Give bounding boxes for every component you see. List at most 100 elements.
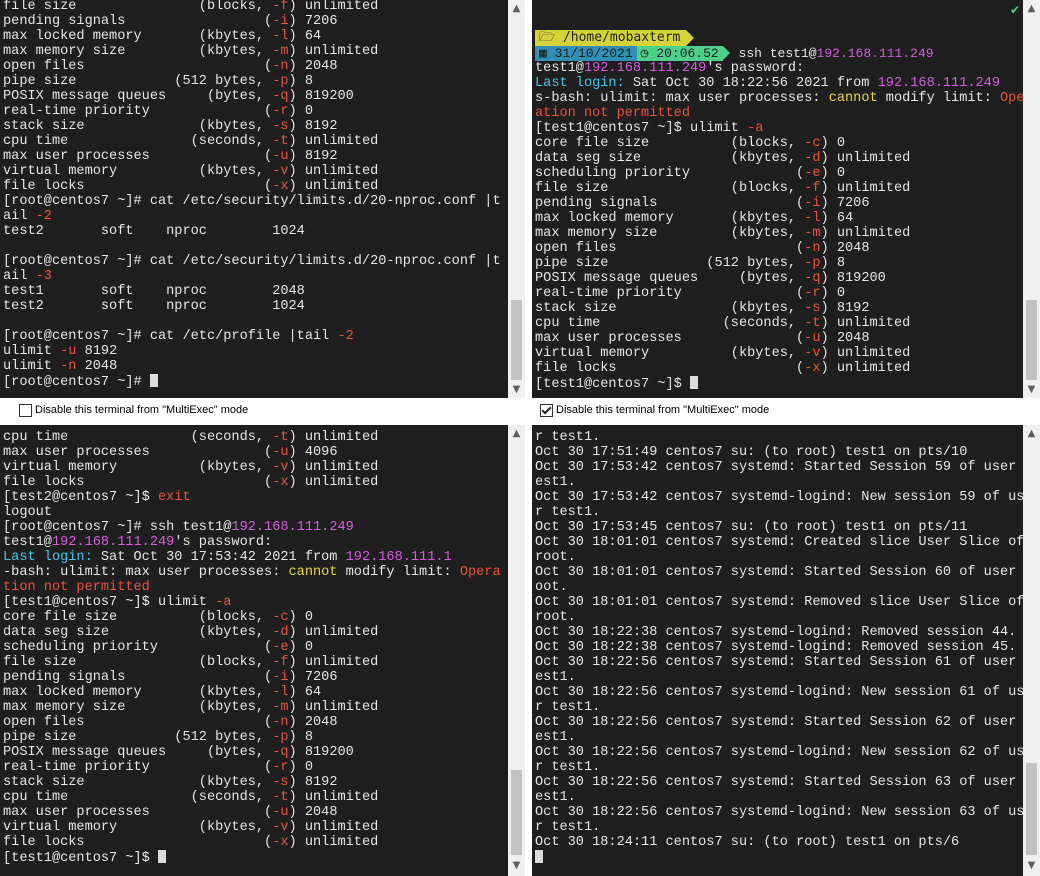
terminal-line: [root@centos7 ~]# cat /etc/profile |tail… xyxy=(3,329,501,344)
terminal-text: est1. xyxy=(535,790,576,805)
terminal-text: stack size (kbytes, xyxy=(3,775,273,790)
terminal-text: -v xyxy=(272,460,289,475)
terminal-text: [test2@centos7 ~]$ xyxy=(3,490,158,505)
scroll-down-arrow-icon[interactable]: ▼ xyxy=(508,857,525,874)
terminal-text: ) unlimited xyxy=(820,316,911,331)
terminal-text: [test1@centos7 ~]$ ulimit xyxy=(3,595,216,610)
terminal-text: ) 8192 xyxy=(288,775,338,790)
scrollbar-thumb[interactable] xyxy=(511,770,522,855)
clock-icon: ◷ xyxy=(640,46,657,61)
terminal-line: max locked memory (kbytes, -l) 64 xyxy=(3,29,501,44)
scroll-down-arrow-icon[interactable]: ▼ xyxy=(1023,381,1040,398)
terminal-line: file locks (-x) unlimited xyxy=(3,835,501,850)
terminal-line: r test1. xyxy=(535,700,1028,715)
scroll-up-arrow-icon[interactable]: ▲ xyxy=(1023,425,1040,442)
terminal-text: 192.168.111.249 xyxy=(583,61,707,76)
calendar-icon: ▦ xyxy=(539,46,555,61)
terminal-text: -x xyxy=(272,475,289,490)
terminal-line: Oct 30 17:53:42 centos7 systemd-logind: … xyxy=(535,490,1028,505)
terminal-text: ) 7206 xyxy=(288,670,338,685)
terminal-text: stack size (kbytes, xyxy=(535,301,805,316)
multiexec-checkbox[interactable] xyxy=(540,403,553,417)
terminal-text: ) unlimited xyxy=(288,0,379,14)
terminal-line: root. xyxy=(535,550,1028,565)
terminal-text: -t xyxy=(804,316,821,331)
multiexec-toggle[interactable]: Disable this terminal from "MultiExec" m… xyxy=(19,399,248,421)
terminal-text: ) unlimited xyxy=(288,134,379,149)
terminal-text: ) 8 xyxy=(288,730,314,745)
terminal-text: [root@centos7 ~]# cat /etc/security/limi… xyxy=(3,254,501,269)
terminal-line: pipe size (512 bytes, -p) 8 xyxy=(535,256,1028,271)
terminal-text: file locks ( xyxy=(535,361,805,376)
terminal-text: ) 64 xyxy=(288,29,322,44)
terminal-text: ) 2048 xyxy=(288,59,338,74)
terminal-text: Oct 30 18:01:01 centos7 systemd: Removed… xyxy=(535,595,1025,610)
terminal-text: POSIX message queues (bytes, xyxy=(3,89,273,104)
terminal-line: -bash: ulimit: max user processes: canno… xyxy=(3,565,501,580)
terminal-text: -f xyxy=(272,655,289,670)
terminal-text: -v xyxy=(804,346,821,361)
terminal-text: -i xyxy=(804,196,821,211)
terminal-line: Oct 30 18:22:56 centos7 systemd: Started… xyxy=(535,775,1028,790)
terminal-text: max locked memory (kbytes, xyxy=(3,29,273,44)
scroll-up-arrow-icon[interactable]: ▲ xyxy=(508,0,525,17)
terminal-text: Last login: xyxy=(3,550,93,565)
terminal-line: virtual memory (kbytes, -v) unlimited xyxy=(3,164,501,179)
terminal-line: r test1. xyxy=(535,430,1028,445)
terminal-text: ) unlimited xyxy=(820,361,911,376)
terminal-screen[interactable]: file size (blocks, -f) unlimited pending … xyxy=(0,0,508,398)
terminal-text: -n xyxy=(272,715,289,730)
terminal-line: [root@centos7 ~]# xyxy=(3,374,501,390)
scrollbar-thumb[interactable] xyxy=(511,300,522,380)
terminal-line: open files (-n) 2048 xyxy=(3,59,501,74)
terminal-screen[interactable]: ✔ 🗁 /home/mobaxterm ▦ 31/10/2021 ◷ 20:06.… xyxy=(532,0,1028,398)
terminal-text: max memory size (kbytes, xyxy=(535,226,805,241)
scrollbar[interactable]: ▲ ▼ xyxy=(508,0,525,398)
multiexec-toggle[interactable]: Disable this terminal from "MultiExec" m… xyxy=(540,399,769,421)
terminal-text: tion not permitted xyxy=(3,580,150,595)
terminal-line: stack size (kbytes, -s) 8192 xyxy=(3,119,501,134)
multiexec-checkbox[interactable] xyxy=(19,403,32,417)
terminal-line: stack size (kbytes, -s) 8192 xyxy=(535,301,1028,316)
scroll-down-arrow-icon[interactable]: ▼ xyxy=(508,381,525,398)
terminal-pane-bottom-left: cpu time (seconds, -t) unlimited max user… xyxy=(0,425,525,876)
terminal-screen[interactable]: cpu time (seconds, -t) unlimited max user… xyxy=(0,425,508,876)
terminal-text: -x xyxy=(272,835,289,850)
terminal-text: ) 819200 xyxy=(288,745,354,760)
scroll-up-arrow-icon[interactable]: ▲ xyxy=(1023,0,1040,17)
terminal-line: open files (-n) 2048 xyxy=(3,715,501,730)
terminal-line: [test1@centos7 ~]$ xyxy=(535,376,1028,392)
terminal-text: ) 64 xyxy=(288,685,322,700)
prompt-path: /home/mobaxterm xyxy=(562,30,681,45)
terminal-text: ) unlimited xyxy=(288,179,379,194)
terminal-screen[interactable]: r test1. Oct 30 17:51:49 centos7 su: (to … xyxy=(532,425,1028,876)
terminal-text: -u xyxy=(272,805,289,820)
terminal-line: [root@centos7 ~]# cat /etc/security/limi… xyxy=(3,194,501,209)
terminal-text: Oct 30 18:01:01 centos7 systemd: Created… xyxy=(535,535,1025,550)
terminal-text: ulimit xyxy=(3,359,61,374)
terminal-text: -u xyxy=(60,344,77,359)
scrollbar-thumb[interactable] xyxy=(1026,763,1037,855)
terminal-text: logout xyxy=(3,505,52,520)
scrollbar[interactable]: ▲ ▼ xyxy=(1023,0,1040,398)
terminal-text: -q xyxy=(804,271,821,286)
terminal-line: file size (blocks, -f) unlimited xyxy=(535,181,1028,196)
terminal-text: [root@centos7 ~]# cat /etc/profile |tail xyxy=(3,329,338,344)
scroll-down-arrow-icon[interactable]: ▼ xyxy=(1023,857,1040,874)
scrollbar[interactable]: ▲ ▼ xyxy=(1023,425,1040,876)
terminal-line: max user processes (-u) 8192 xyxy=(3,149,501,164)
terminal-text: 's password: xyxy=(174,535,273,550)
terminal-text: -p xyxy=(804,256,821,271)
scrollbar-thumb[interactable] xyxy=(1026,300,1037,380)
terminal-text: virtual memory (kbytes, xyxy=(3,164,273,179)
terminal-text: -x xyxy=(804,361,821,376)
terminal-line: [test1@centos7 ~]$ ulimit -a xyxy=(3,595,501,610)
terminal-text: -v xyxy=(272,820,289,835)
terminal-line: file locks (-x) unlimited xyxy=(3,475,501,490)
terminal-line: ulimit -n 2048 xyxy=(3,359,501,374)
terminal-line: Oct 30 18:22:56 centos7 systemd-logind: … xyxy=(535,745,1028,760)
scrollbar[interactable]: ▲ ▼ xyxy=(508,425,525,876)
terminal-output: r test1. Oct 30 17:51:49 centos7 su: (to … xyxy=(535,430,1028,865)
terminal-text: -l xyxy=(272,29,289,44)
scroll-up-arrow-icon[interactable]: ▲ xyxy=(508,425,525,442)
